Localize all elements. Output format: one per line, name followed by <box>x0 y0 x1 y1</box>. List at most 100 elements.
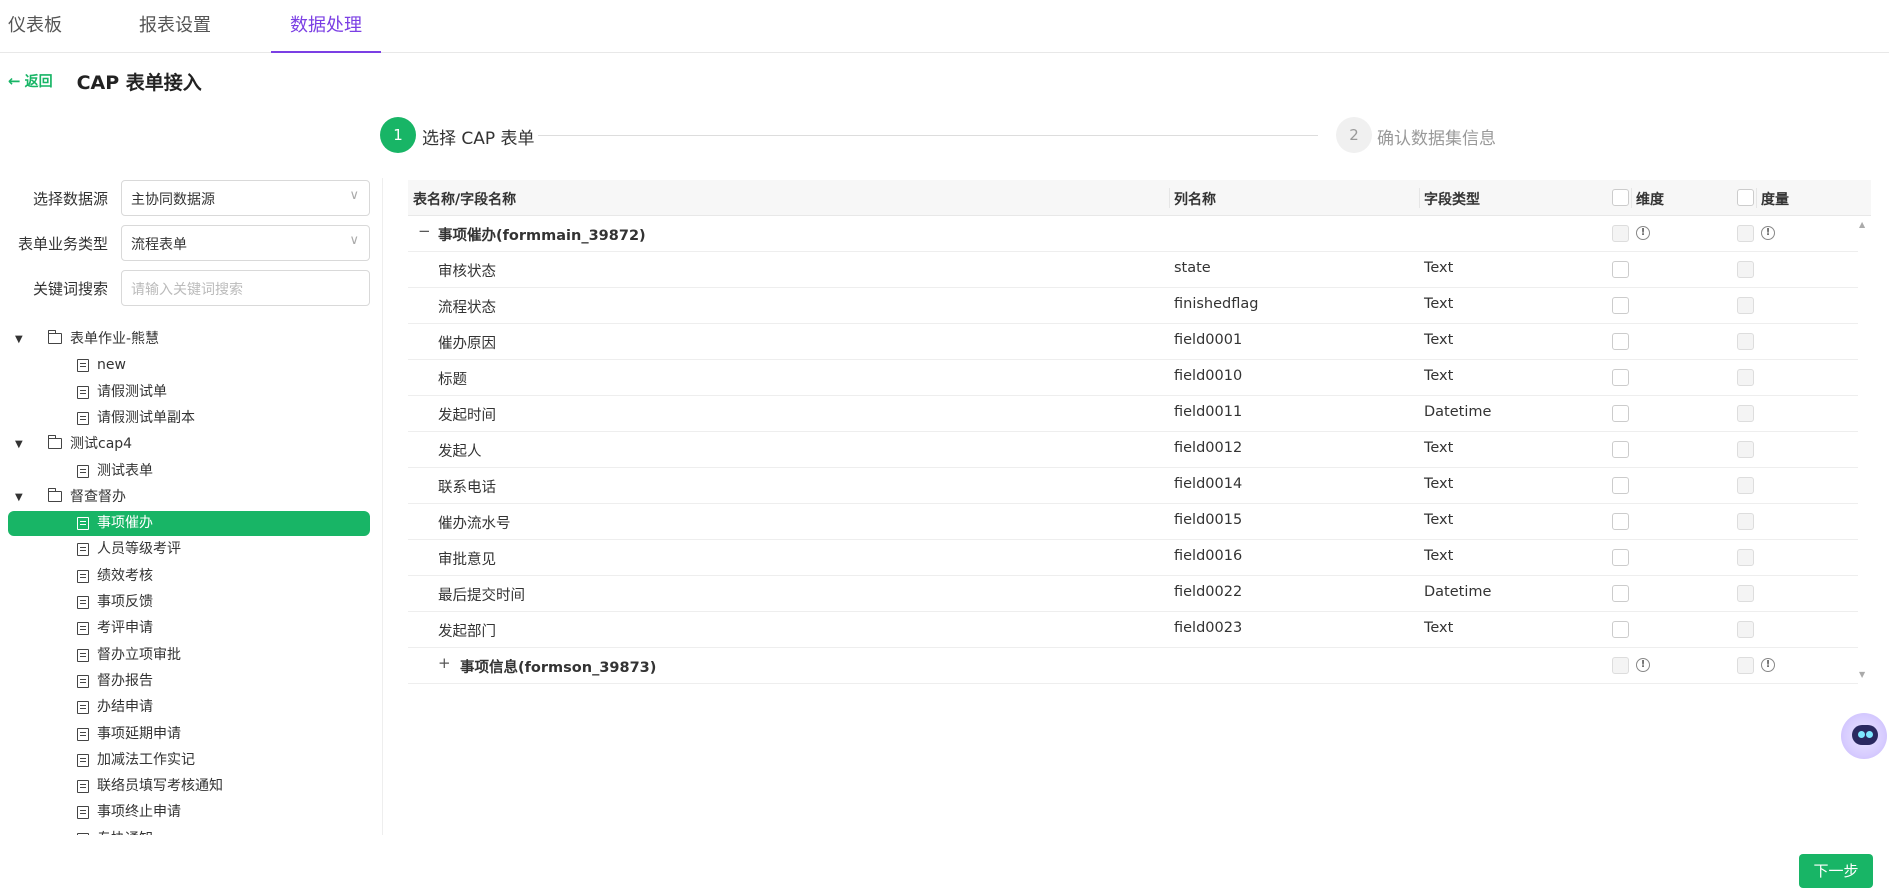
top-nav: 仪表板 报表设置 数据处理 <box>0 0 1889 53</box>
table-group-row[interactable]: + 事项信息(formson_39873) ! ! <box>408 648 1858 684</box>
scroll-up-arrow[interactable]: ▲ <box>1859 220 1865 229</box>
measure-checkbox[interactable] <box>1737 369 1754 386</box>
tab-data-processing[interactable]: 数据处理 <box>271 0 381 53</box>
back-button[interactable]: ← 返回 <box>8 71 53 91</box>
datasource-select[interactable]: 主协同数据源 ∨ <box>121 180 370 216</box>
keyword-label: 关键词搜索 <box>32 280 108 298</box>
tree-folder[interactable]: ▼ 测试cap4 <box>8 432 370 457</box>
measure-checkbox[interactable] <box>1737 549 1754 566</box>
caret-down-icon[interactable]: ▼ <box>15 327 23 352</box>
field-type: Text <box>1424 548 1454 564</box>
field-type: Text <box>1424 512 1454 528</box>
header-measure: 度量 <box>1756 188 1789 209</box>
dimension-checkbox[interactable] <box>1612 549 1629 566</box>
info-icon[interactable]: ! <box>1636 226 1650 240</box>
dimension-checkbox[interactable] <box>1612 369 1629 386</box>
tree-item[interactable]: 请假测试单副本 <box>8 406 370 431</box>
tree-item[interactable]: 事项终止申请 <box>8 800 370 825</box>
dimension-checkbox[interactable] <box>1612 621 1629 638</box>
table-row: 联系电话 field0014 Text <box>408 468 1858 504</box>
biztype-select[interactable]: 流程表单 ∨ <box>121 225 370 261</box>
next-step-button[interactable]: 下一步 <box>1799 854 1873 888</box>
form-icon <box>77 517 89 531</box>
tree-folder[interactable]: ▼ 督查督办 <box>8 485 370 510</box>
tree-item-label: 督办报告 <box>97 672 153 689</box>
tab-dashboard[interactable]: 仪表板 <box>8 0 62 53</box>
step-connector <box>538 135 1318 136</box>
dimension-select-all-checkbox[interactable] <box>1612 189 1629 206</box>
tree-folder[interactable]: ▼ 表单作业-熊慧 <box>8 327 370 352</box>
dimension-checkbox[interactable] <box>1612 297 1629 314</box>
robot-eye-icon <box>1858 731 1865 738</box>
tree-item[interactable]: 加减法工作实记 <box>8 748 370 773</box>
info-icon[interactable]: ! <box>1636 658 1650 672</box>
table-row: 审批意见 field0016 Text <box>408 540 1858 576</box>
measure-checkbox[interactable] <box>1737 657 1754 674</box>
group-name: 事项信息(formson_39873) <box>460 660 657 676</box>
caret-down-icon[interactable]: ▼ <box>15 485 23 510</box>
field-name: 发起部门 <box>438 624 496 640</box>
measure-checkbox[interactable] <box>1737 585 1754 602</box>
tree-item[interactable]: new <box>8 353 370 378</box>
tree-item[interactable]: 督办报告 <box>8 669 370 694</box>
caret-down-icon[interactable]: ▼ <box>15 432 23 457</box>
tree-item[interactable]: 人员等级考评 <box>8 537 370 562</box>
table-group-row[interactable]: − 事项催办(formmain_39872) ! ! <box>408 216 1858 252</box>
measure-checkbox[interactable] <box>1737 441 1754 458</box>
column-name: field0011 <box>1174 404 1243 420</box>
datasource-label: 选择数据源 <box>32 190 108 208</box>
column-name: field0012 <box>1174 440 1243 456</box>
collapse-icon[interactable]: − <box>418 222 431 240</box>
tab-report-settings[interactable]: 报表设置 <box>139 0 211 53</box>
dimension-checkbox[interactable] <box>1612 477 1629 494</box>
tree-item[interactable]: 请假测试单 <box>8 380 370 405</box>
tree-item[interactable]: 测试表单 <box>8 459 370 484</box>
tree-item[interactable]: 办结申请 <box>8 695 370 720</box>
measure-checkbox[interactable] <box>1737 513 1754 530</box>
folder-icon <box>48 435 62 450</box>
step-2-label: 确认数据集信息 <box>1377 129 1496 149</box>
column-name: field0015 <box>1174 512 1243 528</box>
tree-item[interactable]: 事项催办 <box>8 511 370 537</box>
dimension-checkbox[interactable] <box>1612 585 1629 602</box>
measure-checkbox[interactable] <box>1737 405 1754 422</box>
tree-item[interactable]: 联络员填写考核通知 <box>8 774 370 799</box>
dimension-checkbox[interactable] <box>1612 405 1629 422</box>
scroll-down-arrow[interactable]: ▼ <box>1859 670 1865 679</box>
expand-icon[interactable]: + <box>438 654 451 672</box>
tree-item[interactable]: 考评申请 <box>8 616 370 641</box>
column-name: field0010 <box>1174 368 1243 384</box>
group-name: 事项催办(formmain_39872) <box>438 228 646 244</box>
field-name: 发起人 <box>438 444 482 460</box>
datasource-row: 选择数据源 主协同数据源 ∨ <box>0 180 370 216</box>
tree-item[interactable]: 绩效考核 <box>8 564 370 589</box>
info-icon[interactable]: ! <box>1761 658 1775 672</box>
measure-checkbox[interactable] <box>1737 261 1754 278</box>
tree-item[interactable]: 事项反馈 <box>8 590 370 615</box>
dimension-checkbox[interactable] <box>1612 225 1629 242</box>
dimension-checkbox[interactable] <box>1612 261 1629 278</box>
column-name: field0016 <box>1174 548 1243 564</box>
tree-item[interactable]: 督办立项审批 <box>8 643 370 668</box>
measure-checkbox[interactable] <box>1737 225 1754 242</box>
measure-select-all-checkbox[interactable] <box>1737 189 1754 206</box>
table-row: 最后提交时间 field0022 Datetime <box>408 576 1858 612</box>
measure-checkbox[interactable] <box>1737 621 1754 638</box>
tree-item-label: 督办立项审批 <box>97 646 181 663</box>
dimension-checkbox[interactable] <box>1612 333 1629 350</box>
field-name: 催办原因 <box>438 336 496 352</box>
dimension-checkbox[interactable] <box>1612 513 1629 530</box>
header-type: 字段类型 <box>1419 188 1480 209</box>
keyword-search-input[interactable]: 请输入关键词搜索 <box>121 270 370 306</box>
tree-item[interactable]: 事项延期申请 <box>8 722 370 747</box>
measure-checkbox[interactable] <box>1737 477 1754 494</box>
dimension-checkbox[interactable] <box>1612 441 1629 458</box>
measure-checkbox[interactable] <box>1737 297 1754 314</box>
ai-assistant-button[interactable] <box>1841 713 1887 759</box>
field-name: 流程状态 <box>438 300 496 316</box>
tree-item[interactable]: 专协通知 <box>8 827 370 835</box>
form-icon <box>77 569 89 583</box>
dimension-checkbox[interactable] <box>1612 657 1629 674</box>
info-icon[interactable]: ! <box>1761 226 1775 240</box>
measure-checkbox[interactable] <box>1737 333 1754 350</box>
